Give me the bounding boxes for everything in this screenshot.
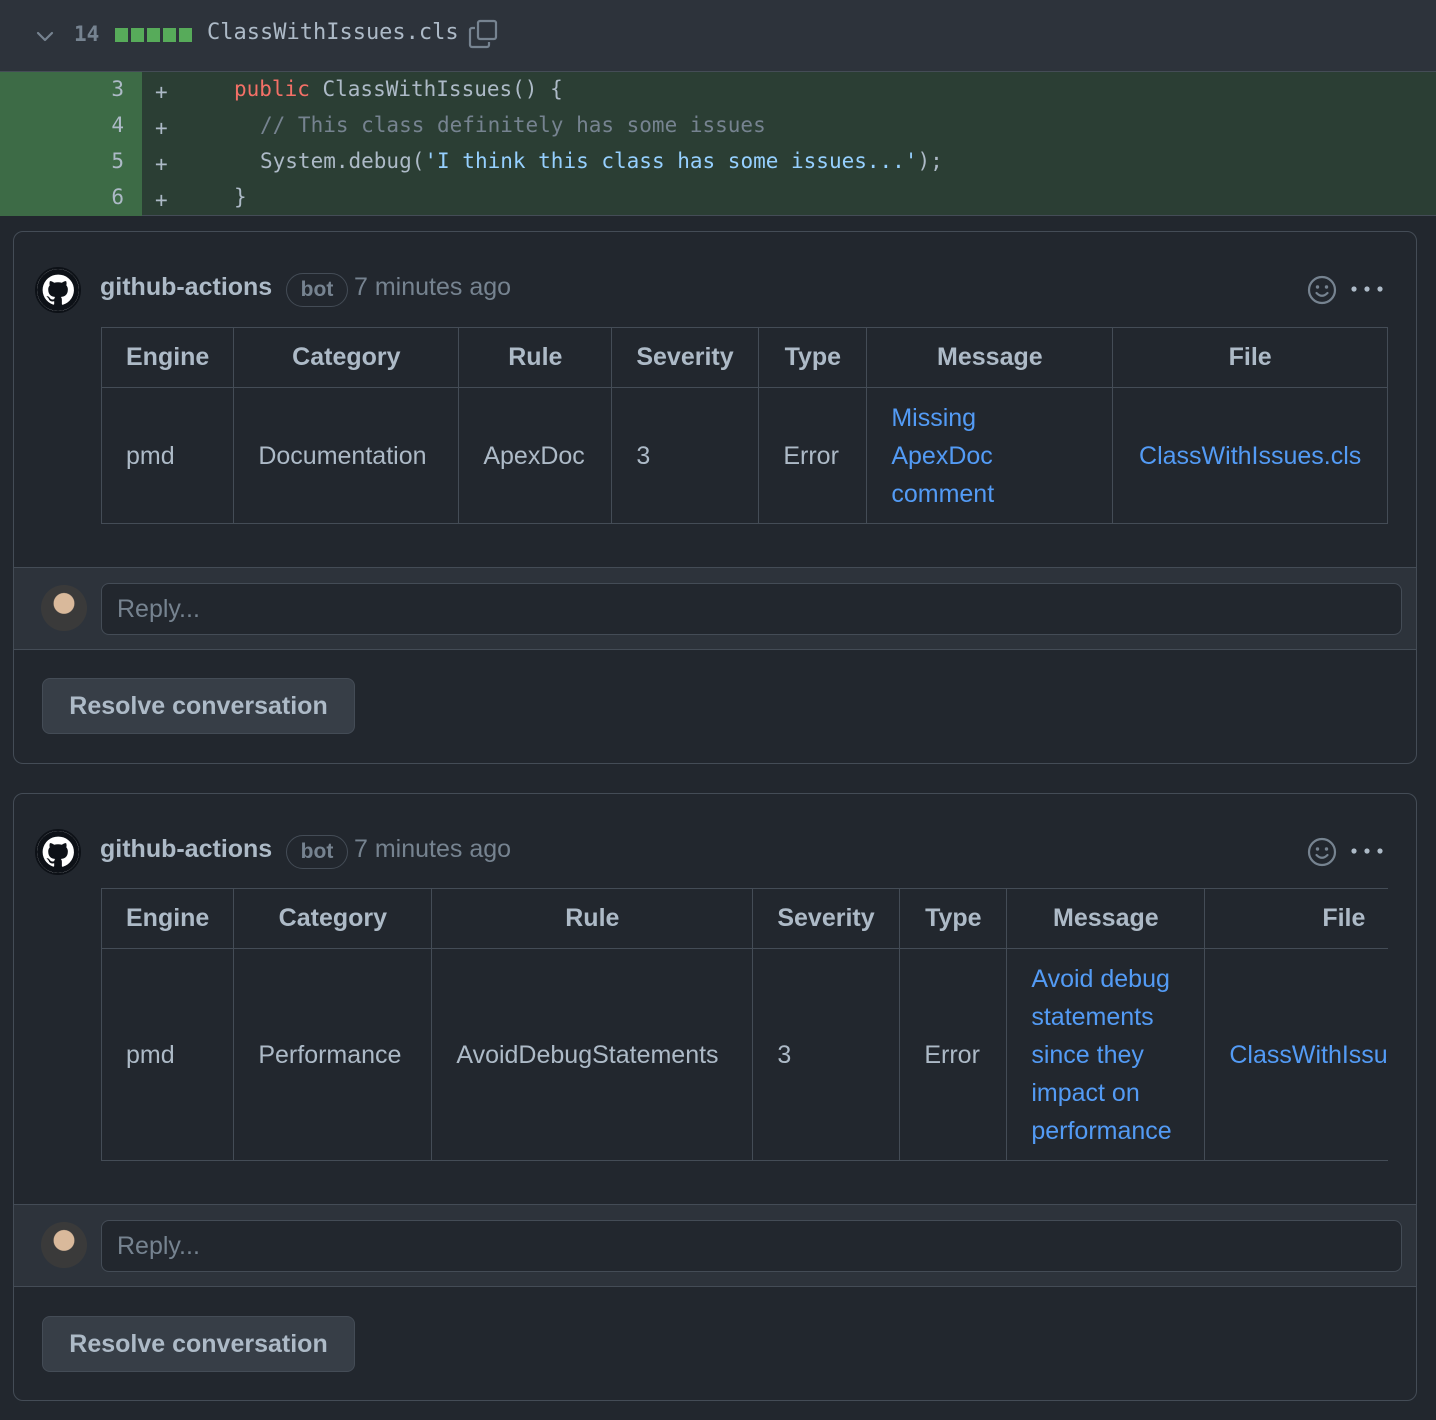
column-header: Message (1006, 888, 1206, 949)
user-avatar[interactable] (41, 585, 87, 631)
file-header: 14 ClassWithIssues.cls (0, 0, 1436, 72)
added-marker: + (155, 188, 168, 212)
table-row: pmd Documentation ApexDoc 3 Error Missin… (100, 387, 1388, 524)
file-change-count: 14 (74, 22, 100, 46)
column-header: Engine (101, 888, 235, 949)
diff-line[interactable]: 6 + } (0, 180, 1436, 216)
issues-table: Engine Category Rule Severity Type Messa… (100, 327, 1388, 524)
review-thread: github-actions bot 7 minutes ago Engine … (13, 231, 1417, 764)
cell-rule: AvoidDebugStatements (431, 948, 754, 1161)
file-link[interactable]: ClassWithIssues.cls (1139, 442, 1361, 470)
github-logo-avatar[interactable] (35, 829, 81, 875)
copy-icon[interactable] (467, 18, 499, 50)
table-header-row: Engine Category Rule Severity Type Messa… (100, 327, 1388, 388)
github-icon (37, 269, 79, 311)
bot-badge: bot (286, 273, 348, 307)
file-name[interactable]: ClassWithIssues.cls (207, 20, 459, 45)
more-options-icon[interactable] (1349, 841, 1385, 861)
line-number[interactable]: 6 (111, 185, 124, 209)
reply-bar: Reply... (14, 567, 1416, 650)
issues-table-scroll[interactable]: Engine Category Rule Severity Type Messa… (101, 888, 1388, 1162)
column-header: Severity (611, 327, 760, 388)
chevron-down-icon[interactable] (34, 26, 56, 48)
table-row: pmd Performance AvoidDebugStatements 3 E… (101, 948, 1388, 1161)
column-header: Type (899, 888, 1008, 949)
column-header: Rule (458, 327, 613, 388)
diff-line[interactable]: 3 + public ClassWithIssues() { (0, 72, 1436, 108)
cell-engine: pmd (100, 387, 235, 524)
github-icon (37, 831, 79, 873)
cell-type: Error (899, 948, 1008, 1161)
comment-timestamp[interactable]: 7 minutes ago (354, 273, 511, 302)
line-number[interactable]: 3 (111, 77, 124, 101)
comment-author[interactable]: github-actions (100, 273, 272, 302)
issues-table: Engine Category Rule Severity Type Messa… (101, 888, 1388, 1161)
column-header: Category (233, 327, 460, 388)
smiley-reaction-icon[interactable] (1306, 274, 1338, 306)
resolve-conversation-button[interactable]: Resolve conversation (42, 1316, 355, 1372)
added-marker: + (155, 80, 168, 104)
code-line: } (234, 185, 247, 209)
line-number[interactable]: 5 (111, 149, 124, 173)
resolve-conversation-button[interactable]: Resolve conversation (42, 678, 355, 734)
cell-type: Error (758, 387, 868, 524)
cell-severity: 3 (752, 948, 901, 1161)
reply-input[interactable]: Reply... (101, 583, 1402, 635)
diff-line[interactable]: 4 + // This class definitely has some is… (0, 108, 1436, 144)
message-link[interactable]: Avoid debug statements since they impact… (1031, 960, 1180, 1150)
code-line: System.debug('I think this class has som… (260, 149, 943, 173)
column-header: Type (758, 327, 868, 388)
cell-rule: ApexDoc (458, 387, 613, 524)
cell-message: Avoid debug statements since they impact… (1006, 948, 1206, 1161)
added-marker: + (155, 152, 168, 176)
message-link[interactable]: Missing ApexDoc comment (891, 399, 1088, 513)
table-header-row: Engine Category Rule Severity Type Messa… (101, 888, 1388, 949)
column-header: File (1204, 888, 1388, 949)
column-header: Rule (431, 888, 754, 949)
smiley-reaction-icon[interactable] (1306, 836, 1338, 868)
user-avatar[interactable] (41, 1222, 87, 1268)
reply-input[interactable]: Reply... (101, 1220, 1402, 1272)
cell-engine: pmd (101, 948, 235, 1161)
comment-timestamp[interactable]: 7 minutes ago (354, 835, 511, 864)
column-header: Engine (100, 327, 235, 388)
github-logo-avatar[interactable] (35, 267, 81, 313)
line-number[interactable]: 4 (111, 113, 124, 137)
more-options-icon[interactable] (1349, 279, 1385, 299)
cell-category: Performance (233, 948, 433, 1161)
diff-code-block: 3 + public ClassWithIssues() { 4 + // Th… (0, 72, 1436, 216)
column-header: File (1112, 327, 1388, 388)
comment-author[interactable]: github-actions (100, 835, 272, 864)
column-header: Category (233, 888, 433, 949)
diff-line[interactable]: 5 + System.debug('I think this class has… (0, 144, 1436, 180)
code-line: // This class definitely has some issues (260, 113, 766, 137)
reply-bar: Reply... (14, 1204, 1416, 1287)
column-header: Severity (752, 888, 901, 949)
column-header: Message (866, 327, 1114, 388)
added-marker: + (155, 116, 168, 140)
review-thread: github-actions bot 7 minutes ago Engine … (13, 793, 1417, 1401)
cell-message: Missing ApexDoc comment (866, 387, 1114, 524)
bot-badge: bot (286, 835, 348, 869)
diffstat-bar (115, 28, 192, 42)
cell-category: Documentation (233, 387, 460, 524)
cell-severity: 3 (611, 387, 760, 524)
code-line: public ClassWithIssues() { (234, 77, 563, 101)
file-link[interactable]: ClassWithIssu (1229, 1041, 1387, 1069)
cell-file: ClassWithIssu (1204, 948, 1388, 1161)
cell-file: ClassWithIssues.cls (1112, 387, 1388, 524)
